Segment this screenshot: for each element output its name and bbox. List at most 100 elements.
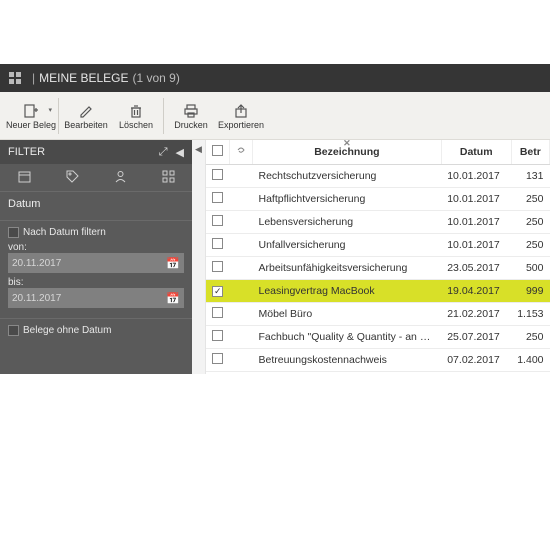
app-icon [8, 71, 22, 85]
header-name[interactable]: ✕Bezeichnung [253, 140, 442, 164]
print-button[interactable]: Drucken [166, 94, 216, 138]
row-checkbox[interactable] [212, 238, 223, 249]
row-checkbox[interactable] [212, 192, 223, 203]
tab-grid-icon[interactable] [162, 170, 175, 186]
row-amount: 250 [511, 210, 549, 233]
row-checkbox[interactable]: ✓ [212, 286, 223, 297]
row-checkbox[interactable] [212, 261, 223, 272]
row-date: 19.04.2017 [441, 279, 511, 302]
page-title: MEINE BELEGE [39, 71, 128, 85]
data-grid: ✕Bezeichnung Datum Betr Rechtschutzversi… [206, 140, 550, 374]
row-attachment [230, 233, 253, 256]
table-row[interactable]: Fachbuch "Quality & Quantity - an endles… [206, 325, 550, 348]
new-label: Neuer Beleg [6, 120, 56, 130]
to-date-value: 20.11.2017 [12, 293, 61, 304]
row-checkbox[interactable] [212, 353, 223, 364]
table-row[interactable]: Möbel Büro21.02.20171.153 [206, 302, 550, 325]
filter-by-date-label: Nach Datum filtern [23, 227, 106, 238]
row-date: 10.01.2017 [441, 187, 511, 210]
print-label: Drucken [174, 120, 208, 130]
row-checkbox[interactable] [212, 330, 223, 341]
row-amount: 1.400 [511, 348, 549, 371]
header-date[interactable]: Datum [441, 140, 511, 164]
row-checkbox[interactable] [212, 215, 223, 226]
table-row[interactable]: Betreuungskostennachweis07.02.20171.400 [206, 348, 550, 371]
row-name: Unfallversicherung [253, 233, 442, 256]
row-name: Arbeitsunfähigkeitsversicherung [253, 256, 442, 279]
clear-sort-icon[interactable]: ✕ [343, 140, 351, 149]
filter-sidebar: FILTER ⤢ ◀ Datum Nach Datum filtern [0, 140, 192, 374]
header-select-all[interactable] [206, 140, 230, 164]
table-row[interactable]: Lebensversicherung10.01.2017250 [206, 210, 550, 233]
row-name: Lebensversicherung [253, 210, 442, 233]
table-row[interactable]: ✓Leasingvertrag MacBook19.04.2017999 [206, 279, 550, 302]
toolbar: Neuer Beleg ▾ Bearbeiten Löschen Drucken [0, 92, 550, 140]
export-icon [233, 102, 249, 120]
record-count: (1 von 9) [133, 71, 180, 85]
calendar-icon: 📅 [166, 257, 180, 270]
row-date: 23.05.2017 [441, 256, 511, 279]
row-name: Betreuungskostennachweis [253, 348, 442, 371]
filter-section-label: Datum [8, 198, 184, 210]
row-attachment [230, 187, 253, 210]
tab-date-icon[interactable] [18, 170, 31, 186]
row-attachment [230, 164, 253, 187]
from-label: von: [8, 242, 184, 253]
row-attachment [230, 348, 253, 371]
collapse-left-icon[interactable]: ◀ [176, 146, 184, 159]
header-attachment[interactable] [230, 140, 253, 164]
table-row[interactable]: Unfallversicherung10.01.2017250 [206, 233, 550, 256]
filter-by-date-checkbox[interactable] [8, 227, 19, 238]
to-date-input[interactable]: 20.11.2017 📅 [8, 288, 184, 308]
row-name: Leasingvertrag MacBook [253, 279, 442, 302]
table-row[interactable]: Haftpflichtversicherung10.01.2017250 [206, 187, 550, 210]
table-row[interactable]: Arbeitsunfähigkeitsversicherung23.05.201… [206, 256, 550, 279]
to-label: bis: [8, 277, 184, 288]
row-date: 10.01.2017 [441, 233, 511, 256]
title-separator: | [32, 71, 35, 85]
table-row[interactable]: Rechtschutzversicherung10.01.2017131 [206, 164, 550, 187]
tab-tag-icon[interactable] [66, 170, 79, 186]
row-amount: 500 [511, 256, 549, 279]
header-amount[interactable]: Betr [511, 140, 549, 164]
row-attachment [230, 279, 253, 302]
new-button[interactable]: Neuer Beleg ▾ [6, 94, 56, 138]
row-name: Rechtschutzversicherung [253, 164, 442, 187]
row-amount: 250 [511, 233, 549, 256]
row-date: 10.01.2017 [441, 164, 511, 187]
row-date: 25.07.2017 [441, 325, 511, 348]
titlebar: | MEINE BELEGE (1 von 9) [0, 64, 550, 92]
row-name: Fachbuch "Quality & Quantity - an endles… [253, 325, 442, 348]
export-button[interactable]: Exportieren [216, 94, 266, 138]
header-row: ✕Bezeichnung Datum Betr [206, 140, 550, 164]
from-date-input[interactable]: 20.11.2017 📅 [8, 253, 184, 273]
row-date: 21.02.2017 [441, 302, 511, 325]
row-name: Haftpflichtversicherung [253, 187, 442, 210]
row-checkbox[interactable] [212, 307, 223, 318]
edit-label: Bearbeiten [64, 120, 108, 130]
row-amount: 1.153 [511, 302, 549, 325]
row-amount: 131 [511, 164, 549, 187]
no-date-checkbox[interactable] [8, 325, 19, 336]
trash-icon [128, 102, 144, 120]
row-amount: 250 [511, 187, 549, 210]
row-attachment [230, 325, 253, 348]
toolbar-divider [163, 98, 164, 134]
tab-user-icon[interactable] [114, 170, 127, 186]
chevron-down-icon: ▾ [49, 106, 53, 114]
new-icon [23, 102, 39, 120]
delete-button[interactable]: Löschen [111, 94, 161, 138]
row-attachment [230, 210, 253, 233]
sidebar-collapse-handle[interactable]: ◀ [192, 140, 206, 374]
row-checkbox[interactable] [212, 169, 223, 180]
row-name: Möbel Büro [253, 302, 442, 325]
row-attachment [230, 256, 253, 279]
filter-header: FILTER ⤢ ◀ [0, 140, 192, 164]
print-icon [183, 102, 199, 120]
expand-icon[interactable]: ⤢ [159, 146, 168, 159]
edit-button[interactable]: Bearbeiten [61, 94, 111, 138]
row-date: 07.02.2017 [441, 348, 511, 371]
export-label: Exportieren [218, 120, 264, 130]
delete-label: Löschen [119, 120, 153, 130]
row-amount: 250 [511, 325, 549, 348]
